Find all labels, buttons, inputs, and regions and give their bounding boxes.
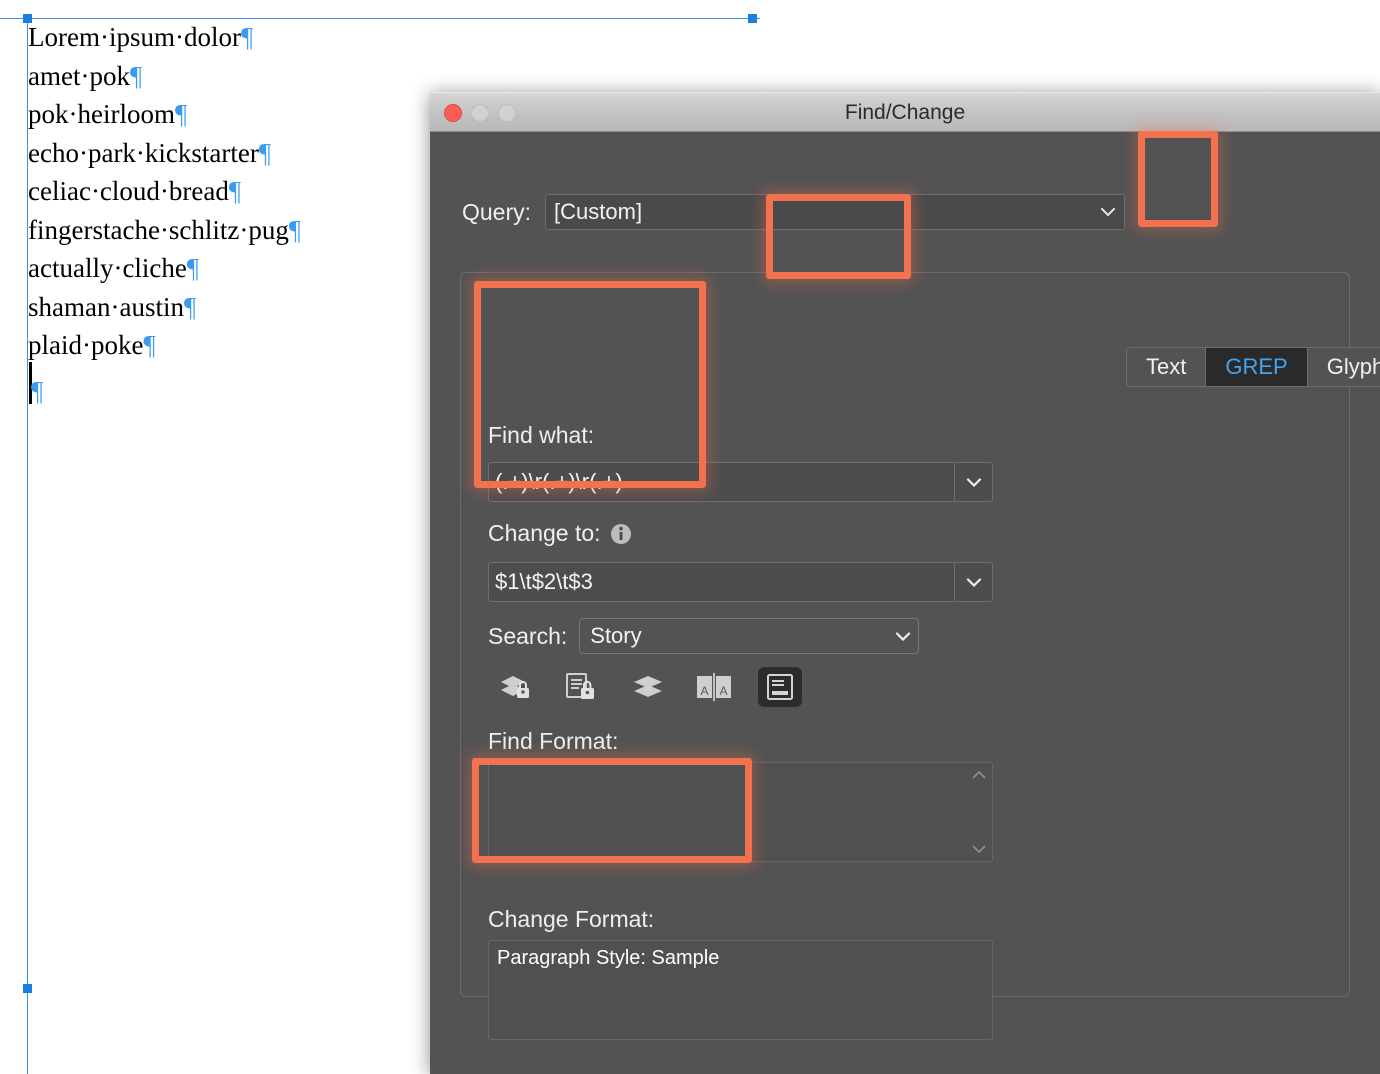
include-locked-layers-toggle[interactable] xyxy=(494,667,538,707)
svg-text:A: A xyxy=(719,684,727,698)
tab-glyph[interactable]: Glyph xyxy=(1307,348,1380,386)
change-to-value: $1\t$2\t$3 xyxy=(495,569,593,594)
find-format-box[interactable] xyxy=(488,762,993,862)
screen: Lorem·ipsum·dolor¶ amet·pok¶ pok·heirloo… xyxy=(0,0,1380,1074)
tab-grep[interactable]: GREP xyxy=(1206,348,1308,386)
change-to-label: Change to: xyxy=(488,520,601,546)
scroll-down-icon[interactable] xyxy=(972,845,986,853)
query-label: Query: xyxy=(462,198,532,225)
dialog-title: Find/Change xyxy=(844,101,966,124)
include-hidden-layers-toggle[interactable] xyxy=(626,667,670,707)
story-text[interactable]: Lorem·ipsum·dolor¶ amet·pok¶ pok·heirloo… xyxy=(28,18,428,406)
search-scope-row: Search: Story xyxy=(488,618,920,654)
change-to-label-row: Change to: xyxy=(488,520,632,547)
include-footnotes-icon xyxy=(767,674,793,700)
include-footnotes-toggle[interactable] xyxy=(758,667,802,707)
chevron-down-icon xyxy=(966,477,981,487)
text-line: celiac·cloud·bread¶ xyxy=(28,176,242,206)
scroll-up-icon[interactable] xyxy=(972,771,986,779)
include-locked-layers-icon xyxy=(501,676,529,698)
query-value: [Custom] xyxy=(554,199,643,224)
text-line: pok·heirloom¶ xyxy=(28,99,188,129)
change-format-value: Paragraph Style: Sample xyxy=(497,947,720,969)
search-scope-toggles: A A xyxy=(494,667,802,707)
text-line: shaman·austin¶ xyxy=(28,291,197,322)
change-to-input[interactable]: $1\t$2\t$3 xyxy=(488,562,993,602)
change-format-box[interactable]: Paragraph Style: Sample xyxy=(488,940,993,1040)
chevron-down-icon xyxy=(966,577,981,587)
change-to-field-wrap: $1\t$2\t$3 xyxy=(488,562,993,602)
text-line: Lorem·ipsum·dolor¶ xyxy=(28,22,254,52)
dialog-body: Query: [Custom] Text GREP Glyph Find wha… xyxy=(430,132,1380,1074)
change-format-label: Change Format: xyxy=(488,906,655,932)
text-line: fingerstache·schlitz·pug¶ xyxy=(28,214,302,245)
include-hidden-layers-icon xyxy=(634,676,662,697)
info-icon[interactable] xyxy=(610,523,632,545)
find-what-field-wrap: (.+)\r(.+)\r(.+) xyxy=(488,462,993,502)
dialog-titlebar[interactable]: Find/Change xyxy=(430,92,1380,132)
change-to-dropdown-button[interactable] xyxy=(954,563,992,601)
find-what-dropdown-button[interactable] xyxy=(954,463,992,501)
query-dropdown[interactable]: [Custom] xyxy=(545,194,1126,230)
maximize-window-button[interactable] xyxy=(498,104,516,122)
find-what-label: Find what: xyxy=(488,422,595,448)
search-scope-dropdown[interactable]: Story xyxy=(579,618,920,654)
include-master-pages-toggle[interactable]: A A xyxy=(692,667,736,707)
text-frame-handle-top-middle[interactable] xyxy=(748,14,757,23)
minimize-window-button[interactable] xyxy=(471,104,489,122)
include-master-pages-icon: A A xyxy=(697,673,731,701)
search-scope-value: Story xyxy=(590,623,642,648)
text-line: echo·park·kickstarter¶ xyxy=(28,137,272,168)
text-line: actually·cliche¶ xyxy=(28,253,200,283)
text-line: amet·pok¶ xyxy=(28,60,143,91)
include-locked-stories-toggle[interactable] xyxy=(560,667,604,707)
chevron-down-icon xyxy=(895,632,911,641)
search-mode-tabs: Text GREP Glyph Object xyxy=(1126,347,1380,387)
close-window-button[interactable] xyxy=(444,104,462,122)
search-label: Search: xyxy=(488,622,568,649)
find-change-dialog: Find/Change Query: [Custom] Text GREP Gl… xyxy=(430,92,1380,1074)
chevron-down-icon xyxy=(1101,208,1116,216)
query-row: Query: [Custom] xyxy=(462,194,1126,230)
text-caret-line: ¶ xyxy=(28,361,428,406)
text-line: plaid·poke¶ xyxy=(28,330,156,360)
svg-text:A: A xyxy=(700,684,708,698)
tab-text[interactable]: Text xyxy=(1127,348,1207,386)
find-what-input[interactable]: (.+)\r(.+)\r(.+) xyxy=(488,462,993,502)
include-locked-stories-icon xyxy=(566,673,594,699)
find-what-value: (.+)\r(.+)\r(.+) xyxy=(495,469,623,494)
window-controls xyxy=(444,104,516,122)
text-frame-handle-bottom-left[interactable] xyxy=(23,984,32,993)
find-format-label: Find Format: xyxy=(488,728,619,754)
pilcrow-mark: ¶ xyxy=(31,375,44,406)
